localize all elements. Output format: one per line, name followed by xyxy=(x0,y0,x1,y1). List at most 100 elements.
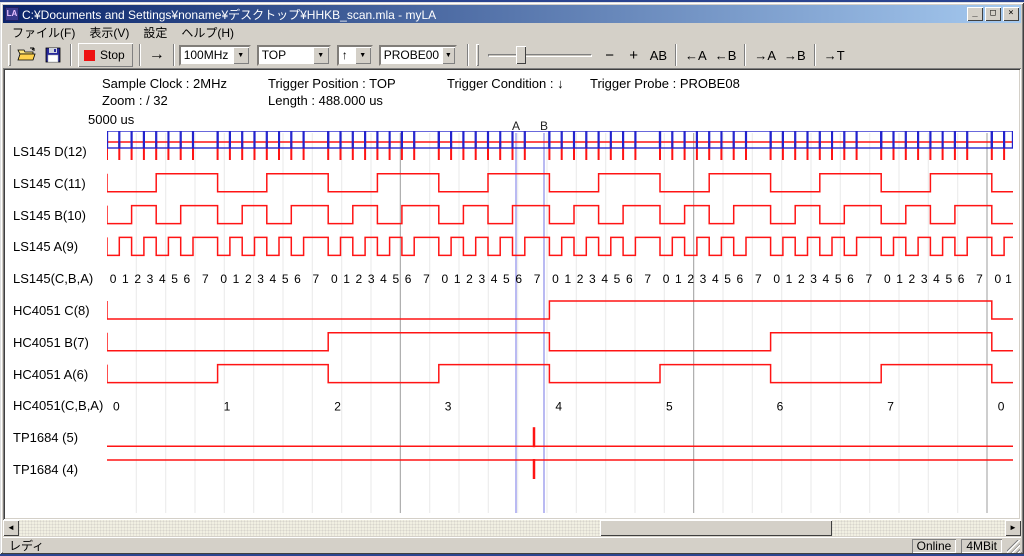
window-title: C:¥Documents and Settings¥noname¥デスクトップ¥… xyxy=(22,5,967,23)
channel-label[interactable]: HC4051 B(7) xyxy=(13,335,107,350)
svg-text:0: 0 xyxy=(220,272,227,286)
zoom-slider[interactable] xyxy=(488,44,592,66)
channel-label[interactable]: LS145 B(10) xyxy=(13,208,107,223)
svg-text:0: 0 xyxy=(110,272,117,286)
scroll-thumb[interactable] xyxy=(600,520,832,536)
svg-text:3: 3 xyxy=(368,272,375,286)
svg-text:7: 7 xyxy=(534,272,541,286)
set-cursor-a-button[interactable]: →A xyxy=(750,43,780,67)
ab-button[interactable]: AB xyxy=(646,43,671,67)
svg-text:5: 5 xyxy=(724,272,731,286)
svg-text:7: 7 xyxy=(976,272,983,286)
channel-label[interactable]: TP1684 (4) xyxy=(13,462,107,477)
svg-text:3: 3 xyxy=(589,272,596,286)
title-bar[interactable]: LA C:¥Documents and Settings¥noname¥デスクト… xyxy=(3,5,1021,23)
channel-label[interactable]: HC4051(C,B,A) xyxy=(13,398,107,413)
scroll-right-button[interactable]: ► xyxy=(1005,520,1021,536)
trigger-position-value: TOP xyxy=(259,48,313,62)
channel-label[interactable]: LS145 D(12) xyxy=(13,144,107,159)
channel-label[interactable]: HC4051 C(8) xyxy=(13,303,107,318)
svg-text:6: 6 xyxy=(777,399,784,413)
svg-text:3: 3 xyxy=(478,272,485,286)
svg-text:0: 0 xyxy=(113,399,120,413)
svg-text:6: 6 xyxy=(847,272,854,286)
toolbar-grip[interactable] xyxy=(476,44,479,66)
channel-label[interactable]: LS145 A(9) xyxy=(13,239,107,254)
status-memory: 4MBit xyxy=(961,539,1002,553)
svg-text:2: 2 xyxy=(334,399,341,413)
save-button[interactable] xyxy=(40,43,66,67)
goto-cursor-b-button[interactable]: ←B xyxy=(711,43,741,67)
waveform-plot[interactable]: 0123456701234567012345670123456701234567… xyxy=(107,131,1013,515)
resize-grip[interactable] xyxy=(1007,540,1020,553)
slider-thumb[interactable] xyxy=(516,46,526,64)
goto-cursor-a-button[interactable]: ←A xyxy=(681,43,711,67)
trigger-edge-combo[interactable]: ↑ ▼ xyxy=(337,45,373,66)
svg-text:1: 1 xyxy=(896,272,903,286)
svg-text:3: 3 xyxy=(147,272,154,286)
menu-file[interactable]: ファイル(F) xyxy=(5,23,82,42)
menu-view[interactable]: 表示(V) xyxy=(82,23,136,42)
svg-text:6: 6 xyxy=(737,272,744,286)
chevron-down-icon[interactable]: ▼ xyxy=(313,47,329,64)
chevron-down-icon[interactable]: ▼ xyxy=(355,47,371,64)
svg-text:0: 0 xyxy=(995,272,1002,286)
chevron-down-icon[interactable]: ▼ xyxy=(233,47,249,64)
toolbar-separator xyxy=(814,44,816,66)
channel-label[interactable]: HC4051 A(6) xyxy=(13,367,107,382)
toolbar: Stop → 100MHz ▼ TOP ▼ ↑ ▼ PROBE00 ▼ − + … xyxy=(3,41,1021,70)
close-button[interactable]: × xyxy=(1003,7,1019,21)
svg-text:2: 2 xyxy=(687,272,694,286)
scroll-left-button[interactable]: ◄ xyxy=(3,520,19,536)
stop-button[interactable]: Stop xyxy=(78,43,133,67)
svg-text:5: 5 xyxy=(282,272,289,286)
svg-text:0: 0 xyxy=(552,272,559,286)
trigger-position-combo[interactable]: TOP ▼ xyxy=(257,45,331,66)
svg-text:3: 3 xyxy=(257,272,264,286)
svg-text:5: 5 xyxy=(614,272,621,286)
zoom-out-button[interactable]: − xyxy=(598,43,622,67)
menu-help[interactable]: ヘルプ(H) xyxy=(174,23,241,42)
channel-label[interactable]: LS145(C,B,A) xyxy=(13,271,107,286)
info-trigger-condition: Trigger Condition : ↓ xyxy=(447,76,564,91)
channel-label[interactable]: TP1684 (5) xyxy=(13,430,107,445)
svg-text:4: 4 xyxy=(491,272,498,286)
menu-settings[interactable]: 設定 xyxy=(136,23,174,42)
svg-text:0: 0 xyxy=(331,272,338,286)
svg-text:7: 7 xyxy=(887,399,894,413)
run-button[interactable]: → xyxy=(145,43,169,67)
info-zoom: Zoom : / 32 xyxy=(102,93,168,108)
chevron-down-icon[interactable]: ▼ xyxy=(442,47,455,64)
svg-text:0: 0 xyxy=(884,272,891,286)
svg-text:1: 1 xyxy=(122,272,129,286)
svg-text:7: 7 xyxy=(423,272,430,286)
info-trigger-position: Trigger Position : TOP xyxy=(268,76,396,91)
toolbar-separator xyxy=(467,44,469,66)
minimize-button[interactable]: _ xyxy=(967,7,983,21)
channel-label[interactable]: LS145 C(11) xyxy=(13,176,107,191)
svg-text:4: 4 xyxy=(270,272,277,286)
svg-text:7: 7 xyxy=(755,272,762,286)
toolbar-separator xyxy=(139,44,141,66)
maximize-button[interactable]: □ xyxy=(985,7,1001,21)
goto-trigger-button[interactable]: →T xyxy=(820,43,849,67)
zoom-in-button[interactable]: + xyxy=(622,43,646,67)
toolbar-separator xyxy=(675,44,677,66)
svg-text:4: 4 xyxy=(555,399,562,413)
trigger-probe-combo[interactable]: PROBE00 ▼ xyxy=(379,45,457,66)
svg-text:1: 1 xyxy=(454,272,461,286)
svg-text:6: 6 xyxy=(515,272,522,286)
slider-track xyxy=(488,54,592,57)
menu-bar: ファイル(F) 表示(V) 設定 ヘルプ(H) xyxy=(3,24,1021,41)
info-sample-clock: Sample Clock : 2MHz xyxy=(102,76,227,91)
svg-text:7: 7 xyxy=(313,272,320,286)
open-file-button[interactable] xyxy=(14,43,40,67)
sample-rate-combo[interactable]: 100MHz ▼ xyxy=(179,45,251,66)
toolbar-grip[interactable] xyxy=(8,44,11,66)
svg-text:2: 2 xyxy=(466,272,473,286)
horizontal-scrollbar[interactable]: ◄ ► xyxy=(3,520,1021,536)
svg-text:1: 1 xyxy=(1005,272,1012,286)
set-cursor-b-button[interactable]: →B xyxy=(780,43,810,67)
svg-text:1: 1 xyxy=(564,272,571,286)
svg-text:1: 1 xyxy=(233,272,240,286)
